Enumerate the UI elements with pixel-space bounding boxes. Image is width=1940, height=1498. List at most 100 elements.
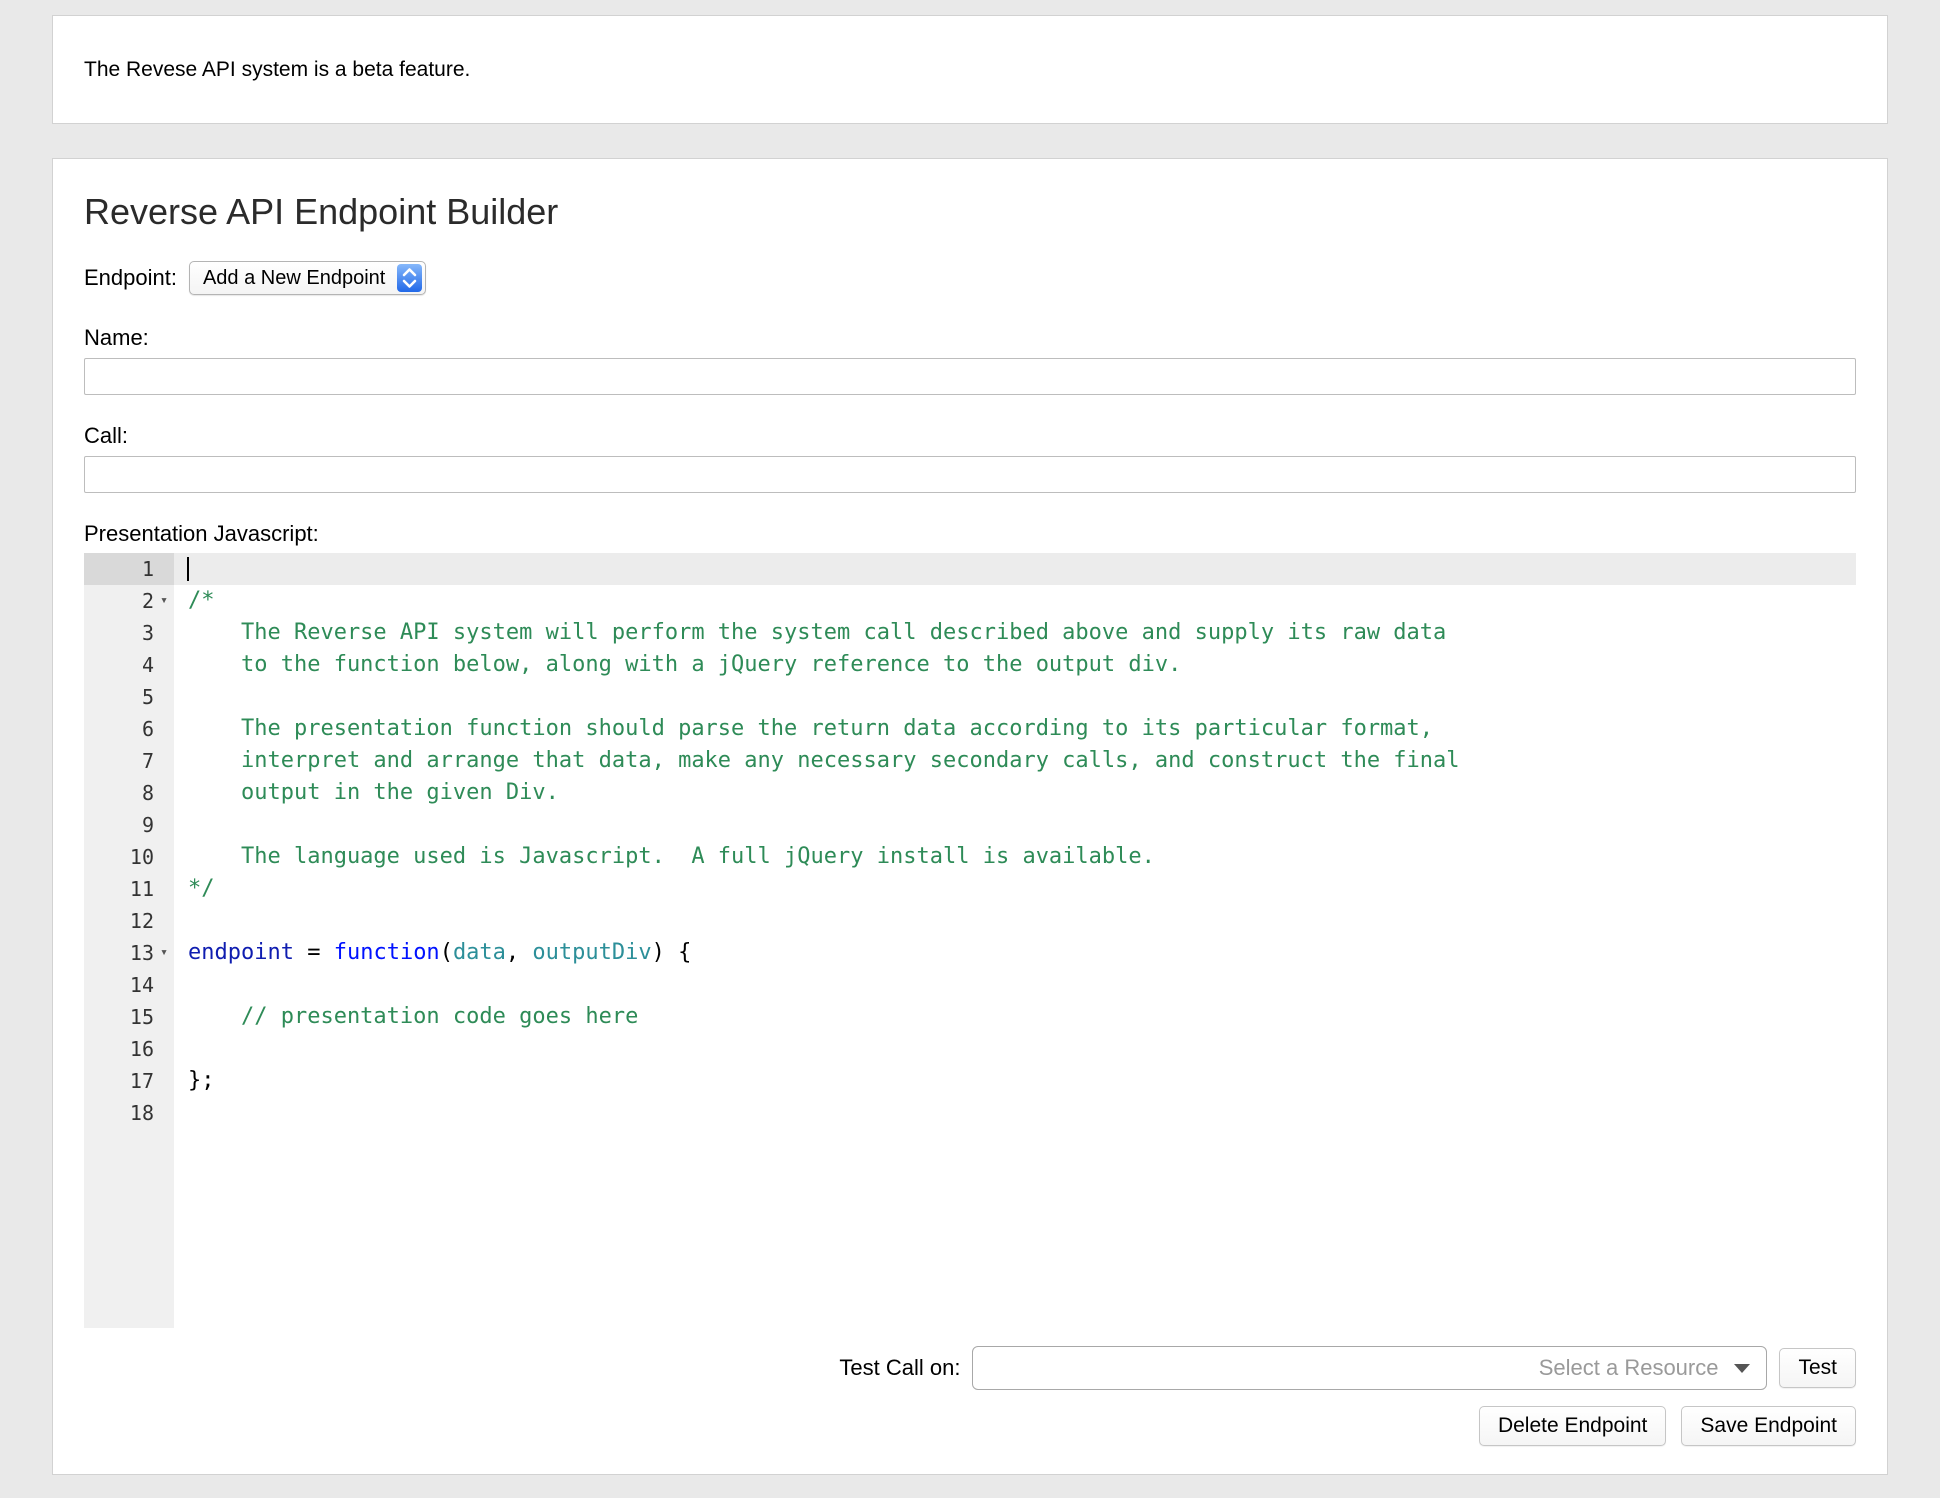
code-line-text (174, 681, 188, 713)
editor-line[interactable]: 8 output in the given Div. (84, 777, 1856, 809)
test-button[interactable]: Test (1779, 1348, 1856, 1388)
gutter-cell: 10 (84, 841, 174, 873)
line-number: 15 (130, 1001, 154, 1033)
code-line-text: The language used is Javascript. A full … (174, 841, 1155, 873)
gutter-cell: 6 (84, 713, 174, 745)
line-number: 1 (142, 553, 154, 585)
resource-placeholder-text: Select a Resource (1539, 1355, 1719, 1381)
code-line-text: */ (174, 873, 215, 905)
text-cursor (187, 557, 189, 581)
chevron-down-icon (1734, 1364, 1750, 1373)
name-input[interactable] (84, 358, 1856, 395)
presentation-section: Presentation Javascript: 12▾/*3 The Reve… (84, 521, 1856, 1328)
code-line-text (174, 1097, 188, 1129)
gutter-cell: 8 (84, 777, 174, 809)
gutter-cell: 17 (84, 1065, 174, 1097)
gutter-cell: 7 (84, 745, 174, 777)
editor-line[interactable]: 15 // presentation code goes here (84, 1001, 1856, 1033)
code-line-text (174, 809, 188, 841)
name-field: Name: (84, 325, 1856, 395)
editor-line[interactable]: 1 (84, 553, 1856, 585)
gutter-cell: 3 (84, 617, 174, 649)
gutter-cell: 16 (84, 1033, 174, 1065)
gutter-cell: 4 (84, 649, 174, 681)
action-row: Delete Endpoint Save Endpoint (84, 1406, 1856, 1446)
editor-line[interactable]: 9 (84, 809, 1856, 841)
code-line-text: The presentation function should parse t… (174, 713, 1433, 745)
endpoint-select[interactable]: Add a New Endpoint (189, 261, 426, 295)
endpoint-builder-panel: Reverse API Endpoint Builder Endpoint: A… (52, 158, 1888, 1475)
call-label: Call: (84, 423, 1856, 449)
editor-line[interactable]: 7 interpret and arrange that data, make … (84, 745, 1856, 777)
endpoint-row: Endpoint: Add a New Endpoint (84, 261, 1856, 295)
gutter-cell: 5 (84, 681, 174, 713)
code-line-text (174, 1033, 188, 1065)
editor-line[interactable]: 16 (84, 1033, 1856, 1065)
editor-line[interactable]: 4 to the function below, along with a jQ… (84, 649, 1856, 681)
editor-line[interactable]: 3 The Reverse API system will perform th… (84, 617, 1856, 649)
endpoint-label: Endpoint: (84, 265, 177, 291)
line-number: 10 (130, 841, 154, 873)
code-editor[interactable]: 12▾/*3 The Reverse API system will perfo… (84, 553, 1856, 1328)
gutter-cell: 1 (84, 553, 174, 585)
page: The Revese API system is a beta feature.… (0, 0, 1940, 1475)
code-line-text (174, 969, 188, 1001)
line-number: 13 (130, 937, 154, 969)
gutter-cell: 11 (84, 873, 174, 905)
editor-line[interactable]: 6 The presentation function should parse… (84, 713, 1856, 745)
line-number: 9 (142, 809, 154, 841)
line-number: 14 (130, 969, 154, 1001)
code-line-text: The Reverse API system will perform the … (174, 617, 1446, 649)
line-number: 5 (142, 681, 154, 713)
beta-notice-text: The Revese API system is a beta feature. (84, 58, 470, 82)
line-number: 6 (142, 713, 154, 745)
gutter-cell: 13▾ (84, 937, 174, 969)
code-line-text: // presentation code goes here (174, 1001, 638, 1033)
line-number: 18 (130, 1097, 154, 1129)
test-call-label: Test Call on: (839, 1355, 960, 1381)
select-stepper-icon (397, 264, 422, 292)
line-number: 11 (130, 873, 154, 905)
gutter-cell: 18 (84, 1097, 174, 1129)
code-line-text: endpoint = function(data, outputDiv) { (174, 937, 691, 969)
editor-line[interactable]: 12 (84, 905, 1856, 937)
line-number: 12 (130, 905, 154, 937)
editor-line[interactable]: 13▾endpoint = function(data, outputDiv) … (84, 937, 1856, 969)
fold-arrow-icon[interactable]: ▾ (154, 937, 174, 969)
editor-line[interactable]: 10 The language used is Javascript. A fu… (84, 841, 1856, 873)
line-number: 2 (142, 585, 154, 617)
code-line-text: to the function below, along with a jQue… (174, 649, 1181, 681)
test-call-row: Test Call on: Select a Resource Test (84, 1346, 1856, 1390)
endpoint-select-value: Add a New Endpoint (203, 267, 397, 290)
line-number: 3 (142, 617, 154, 649)
code-line-text (174, 905, 188, 937)
editor-line[interactable]: 17}; (84, 1065, 1856, 1097)
code-line-text: output in the given Div. (174, 777, 559, 809)
editor-line[interactable]: 11 */ (84, 873, 1856, 905)
gutter-cell: 15 (84, 1001, 174, 1033)
call-field: Call: (84, 423, 1856, 493)
editor-line[interactable]: 14 (84, 969, 1856, 1001)
line-number: 17 (130, 1065, 154, 1097)
editor-line[interactable]: 5 (84, 681, 1856, 713)
resource-select[interactable]: Select a Resource (972, 1346, 1767, 1390)
line-number: 16 (130, 1033, 154, 1065)
line-number: 7 (142, 745, 154, 777)
beta-notice-box: The Revese API system is a beta feature. (52, 15, 1888, 124)
fold-arrow-icon[interactable]: ▾ (154, 585, 174, 617)
page-title: Reverse API Endpoint Builder (84, 191, 1856, 233)
editor-line[interactable]: 2▾/* (84, 585, 1856, 617)
name-label: Name: (84, 325, 1856, 351)
editor-line[interactable]: 18 (84, 1097, 1856, 1129)
save-endpoint-button[interactable]: Save Endpoint (1681, 1406, 1856, 1446)
gutter-cell: 2▾ (84, 585, 174, 617)
call-input[interactable] (84, 456, 1856, 493)
gutter-cell: 9 (84, 809, 174, 841)
code-line-text: interpret and arrange that data, make an… (174, 745, 1460, 777)
line-number: 4 (142, 649, 154, 681)
gutter-cell: 12 (84, 905, 174, 937)
delete-endpoint-button[interactable]: Delete Endpoint (1479, 1406, 1666, 1446)
code-line-text (174, 553, 189, 585)
presentation-label: Presentation Javascript: (84, 521, 1856, 547)
code-line-text: /* (174, 585, 215, 617)
